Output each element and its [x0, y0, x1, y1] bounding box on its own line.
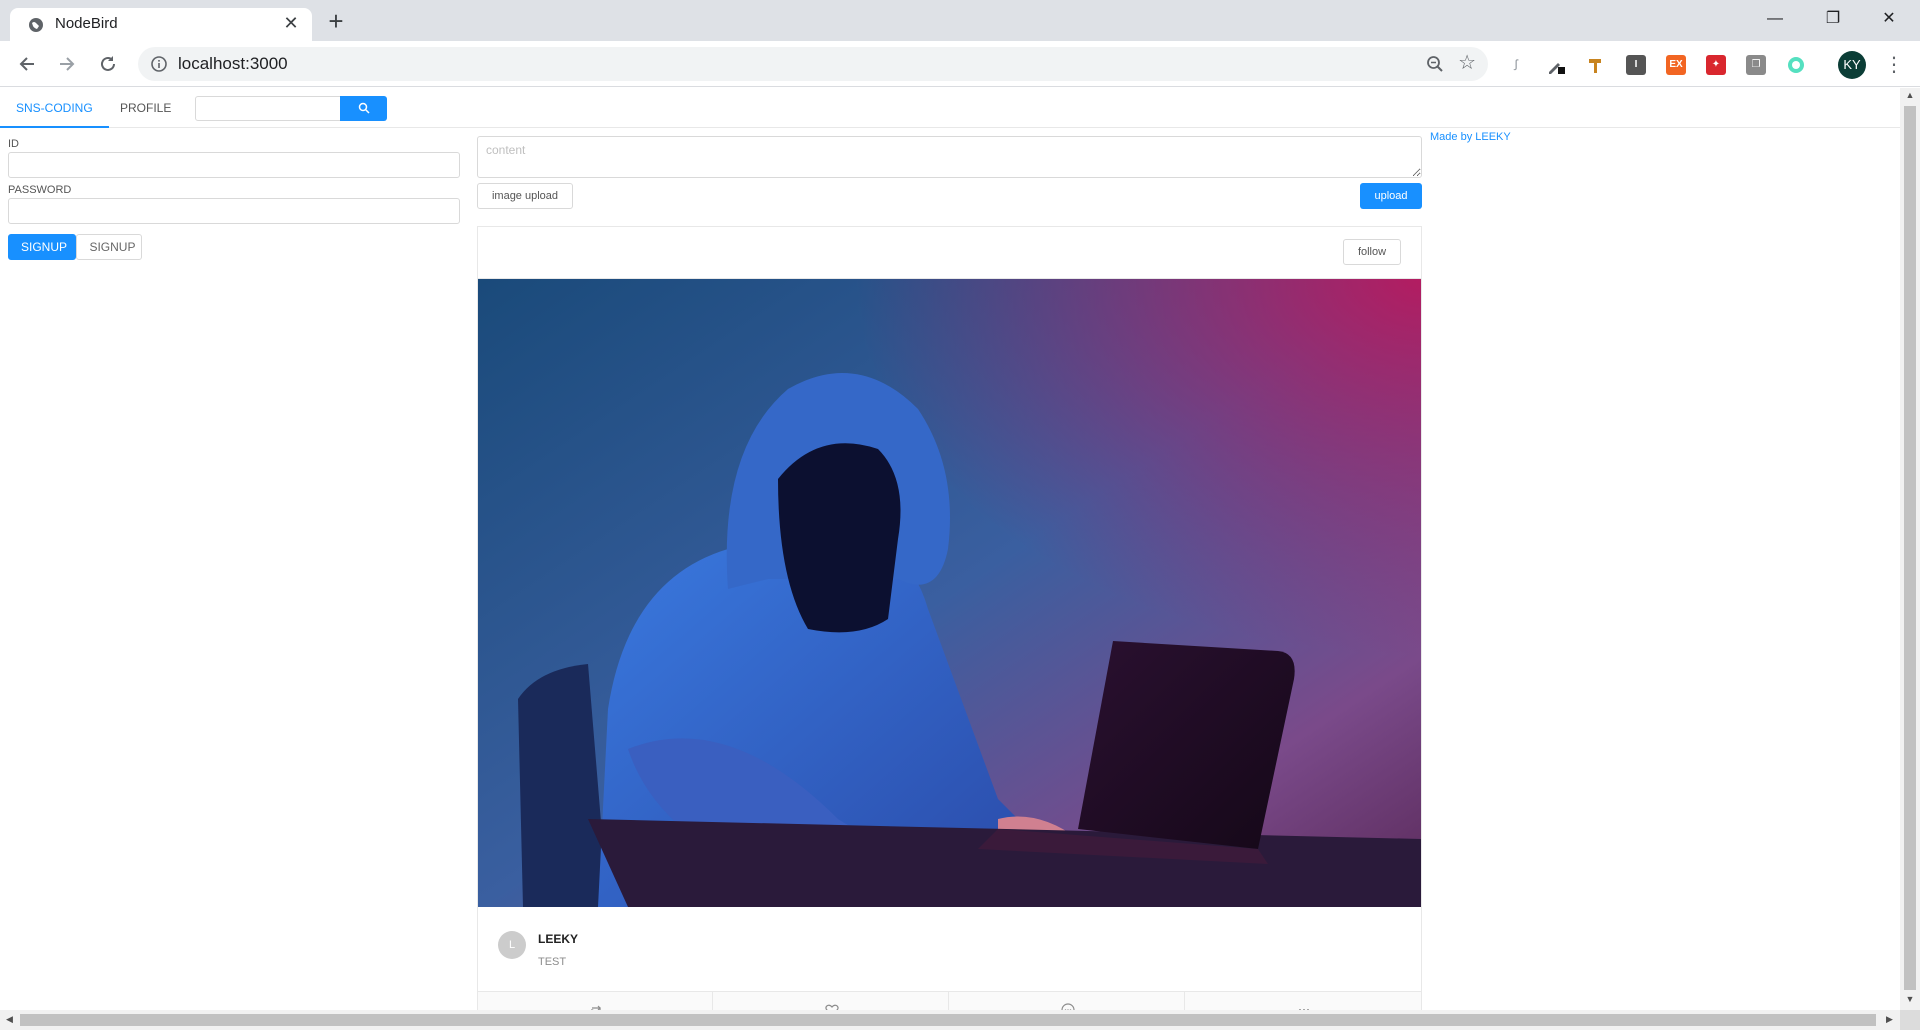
post-form: image upload upload — [477, 136, 1422, 209]
post-author: LEEKY — [538, 932, 579, 946]
browser-menu-icon[interactable]: ⋮ — [1884, 51, 1904, 79]
minimize-button[interactable]: — — [1752, 4, 1798, 34]
close-window-button[interactable]: ✕ — [1866, 4, 1912, 34]
browser-tabstrip: NodeBird ✕ + — ❐ ✕ — [0, 0, 1920, 41]
search-button[interactable] — [340, 96, 387, 121]
ellipsis-icon — [1299, 1009, 1309, 1010]
upload-button[interactable]: upload — [1360, 183, 1422, 209]
signup-secondary-button[interactable]: SIGNUP — [76, 234, 143, 260]
retweet-icon — [591, 1005, 601, 1010]
vertical-scroll-thumb[interactable] — [1904, 106, 1916, 990]
browser-tab[interactable]: NodeBird ✕ — [10, 8, 312, 41]
post-image[interactable] — [478, 279, 1421, 907]
tab-close-icon[interactable]: ✕ — [280, 12, 302, 34]
id-label: ID — [8, 138, 19, 150]
extension-info-icon[interactable]: I — [1626, 55, 1646, 75]
reload-button[interactable] — [93, 49, 123, 79]
retweet-button[interactable] — [478, 992, 713, 1010]
globe-icon — [29, 18, 43, 32]
extension-puzzle-icon[interactable]: ✦ — [1706, 55, 1726, 75]
new-tab-button[interactable]: + — [322, 8, 350, 36]
card-actions — [478, 991, 1421, 1010]
vertical-scrollbar[interactable]: ▲ ▼ — [1900, 88, 1920, 1010]
message-icon — [1061, 1003, 1075, 1010]
credit-link[interactable]: Made by LEEKY — [1430, 131, 1511, 143]
page-viewport: SNS-CODING PROFILE ID PASSWORD SIGNUP SI… — [0, 88, 1900, 1010]
extension-hammer-icon[interactable] — [1586, 55, 1606, 75]
restore-button[interactable]: ❐ — [1810, 4, 1856, 34]
bookmark-star-icon[interactable]: ☆ — [1458, 52, 1476, 74]
tab-title: NodeBird — [55, 15, 118, 32]
back-button[interactable] — [12, 49, 42, 79]
content-textarea[interactable] — [477, 136, 1422, 178]
card-header: follow — [478, 227, 1421, 279]
id-field[interactable] — [8, 152, 460, 178]
signup-primary-button[interactable]: SIGNUP — [8, 234, 76, 260]
forward-arrow-icon — [60, 57, 75, 71]
scroll-down-icon[interactable]: ▼ — [1905, 994, 1915, 1004]
post-content: TEST — [538, 956, 567, 968]
heart-icon — [825, 1004, 839, 1010]
search-group — [195, 96, 387, 121]
address-bar[interactable]: localhost:3000 ☆ — [138, 47, 1488, 81]
password-label: PASSWORD — [8, 184, 72, 196]
post-card: follow L LEEKY TEST — [477, 226, 1422, 1010]
login-form: ID PASSWORD SIGNUP SIGNUP — [8, 136, 460, 260]
horizontal-scroll-thumb[interactable] — [20, 1014, 1876, 1026]
login-buttons: SIGNUP SIGNUP — [8, 234, 460, 260]
upload-row: image upload upload — [477, 183, 1422, 209]
extension-circle-icon[interactable] — [1786, 55, 1806, 75]
avatar[interactable]: L — [498, 931, 526, 959]
extension-copy-icon[interactable]: ❐ — [1746, 55, 1766, 75]
like-button[interactable] — [714, 992, 949, 1010]
zoom-icon[interactable] — [1426, 55, 1444, 73]
extension-eyedropper-icon[interactable] — [1546, 55, 1566, 75]
reload-icon — [101, 56, 115, 71]
menu-item-profile[interactable]: PROFILE — [104, 88, 187, 128]
extension-ex-icon[interactable]: EX — [1666, 55, 1686, 75]
url-text[interactable]: localhost:3000 — [178, 54, 288, 74]
horizontal-scrollbar[interactable]: ◀ ▶ — [0, 1010, 1900, 1030]
browser-toolbar: localhost:3000 ☆ ꭍ I EX ✦ ❐ KY ⋮ — [0, 41, 1920, 87]
search-icon — [358, 102, 370, 114]
image-upload-button[interactable]: image upload — [477, 183, 573, 209]
extension-script-icon[interactable]: ꭍ — [1506, 55, 1526, 75]
scroll-left-icon[interactable]: ◀ — [6, 1014, 13, 1025]
search-input[interactable] — [195, 96, 341, 121]
profile-avatar[interactable]: KY — [1838, 51, 1866, 79]
password-field[interactable] — [8, 198, 460, 224]
forward-button[interactable] — [52, 49, 82, 79]
info-icon[interactable] — [150, 55, 168, 73]
menu-item-sns-coding[interactable]: SNS-CODING — [0, 88, 109, 128]
follow-button[interactable]: follow — [1343, 239, 1401, 265]
hooded-figure-illustration — [478, 279, 1421, 907]
scroll-up-icon[interactable]: ▲ — [1905, 90, 1915, 100]
comment-button[interactable] — [950, 992, 1185, 1010]
card-meta: L LEEKY TEST — [498, 927, 1378, 987]
more-button[interactable] — [1186, 992, 1421, 1010]
app-menu: SNS-CODING PROFILE — [0, 88, 1900, 128]
scroll-right-icon[interactable]: ▶ — [1886, 1014, 1893, 1025]
back-arrow-icon — [19, 57, 34, 71]
scrollbar-corner — [1900, 1010, 1920, 1030]
